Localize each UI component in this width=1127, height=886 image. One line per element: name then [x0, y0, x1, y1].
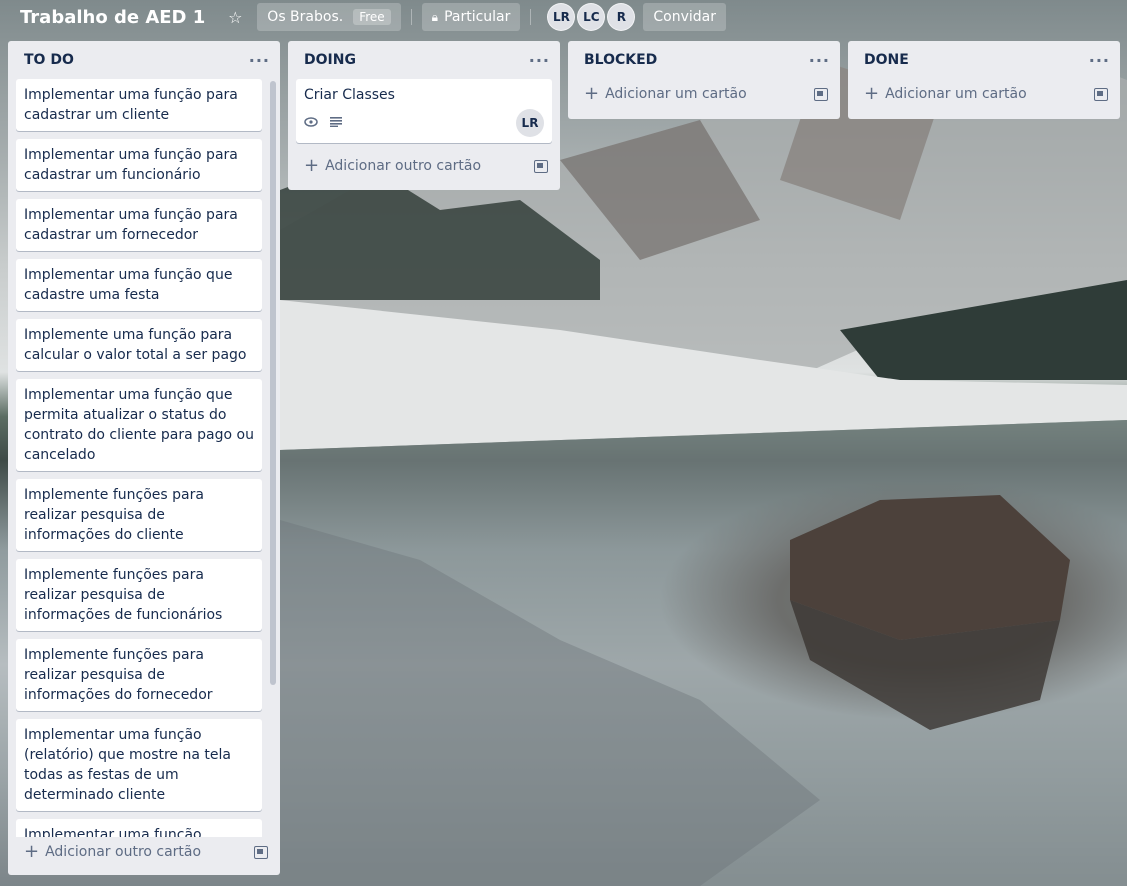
card[interactable]: Implemente uma função para calcular o va…: [16, 319, 262, 371]
list-title[interactable]: TO DO: [24, 52, 74, 68]
card[interactable]: Implemente funções para realizar pesquis…: [16, 479, 262, 551]
list-todo: TO DO ··· Implementar uma função para ca…: [8, 41, 280, 875]
add-card-row: + Adicionar outro cartão: [288, 151, 560, 181]
visibility-button[interactable]: 🔒︎ Particular: [421, 3, 521, 31]
team-button[interactable]: Os Brabos. Free: [257, 3, 401, 31]
description-icon: [330, 113, 342, 133]
card-member-avatar[interactable]: LR: [516, 109, 544, 137]
card-badges: LR: [304, 109, 544, 137]
list-header[interactable]: BLOCKED ···: [568, 41, 840, 79]
add-card-row: + Adicionar outro cartão: [8, 837, 280, 867]
board-members: LR LC R: [547, 3, 636, 31]
add-card-button[interactable]: + Adicionar outro cartão: [24, 843, 201, 861]
plus-icon: +: [304, 155, 320, 176]
add-card-button[interactable]: + Adicionar outro cartão: [304, 157, 481, 175]
invite-button[interactable]: Convidar: [643, 3, 727, 31]
board-header: Trabalho de AED 1 ☆ Os Brabos. Free 🔒︎ P…: [0, 0, 1127, 34]
list-header[interactable]: DOING ···: [288, 41, 560, 79]
card[interactable]: Implementar uma função para cadastrar um…: [16, 199, 262, 251]
add-card-button[interactable]: + Adicionar um cartão: [864, 85, 1027, 103]
add-card-row: + Adicionar um cartão: [568, 79, 840, 109]
list-title[interactable]: BLOCKED: [584, 52, 657, 68]
add-card-label: Adicionar um cartão: [605, 86, 747, 102]
team-label: Os Brabos.: [267, 9, 344, 25]
card-template-icon[interactable]: [814, 87, 828, 101]
card[interactable]: Implementar uma função para cadastrar um…: [16, 139, 262, 191]
member-avatar[interactable]: LC: [577, 3, 606, 31]
plus-icon: +: [864, 83, 880, 104]
card[interactable]: Implementar uma função (relatório) que m…: [16, 819, 262, 837]
list-header[interactable]: DONE ···: [848, 41, 1120, 79]
member-avatar[interactable]: R: [607, 3, 636, 31]
card[interactable]: Implementar uma função (relatório) que m…: [16, 719, 262, 811]
divider: [410, 9, 412, 25]
add-card-label: Adicionar outro cartão: [325, 158, 482, 174]
more-icon[interactable]: ···: [809, 51, 830, 70]
card[interactable]: Implementar uma função que permita atual…: [16, 379, 262, 471]
card[interactable]: Implementar uma função que cadastre uma …: [16, 259, 262, 311]
member-avatar[interactable]: LR: [547, 3, 576, 31]
plus-icon: +: [584, 83, 600, 104]
card-template-icon[interactable]: [534, 159, 548, 173]
plan-badge: Free: [353, 9, 391, 25]
card[interactable]: Implementar uma função para cadastrar um…: [16, 79, 262, 131]
star-icon[interactable]: ☆: [221, 3, 249, 31]
add-card-label: Adicionar outro cartão: [45, 844, 202, 860]
card-title: Criar Classes: [304, 87, 395, 103]
visibility-label: Particular: [444, 9, 511, 25]
add-card-label: Adicionar um cartão: [885, 86, 1027, 102]
list-title[interactable]: DOING: [304, 52, 356, 68]
more-icon[interactable]: ···: [249, 51, 270, 70]
list-blocked: BLOCKED ··· + Adicionar um cartão: [568, 41, 840, 119]
plus-icon: +: [24, 841, 40, 862]
list-title[interactable]: DONE: [864, 52, 909, 68]
card[interactable]: Implemente funções para realizar pesquis…: [16, 559, 262, 631]
more-icon[interactable]: ···: [529, 51, 550, 70]
eye-icon: [304, 113, 318, 133]
card[interactable]: Implemente funções para realizar pesquis…: [16, 639, 262, 711]
card-list: Implementar uma função para cadastrar um…: [8, 79, 280, 837]
add-card-row: + Adicionar um cartão: [848, 79, 1120, 109]
list-header[interactable]: TO DO ···: [8, 41, 280, 79]
list-done: DONE ··· + Adicionar um cartão: [848, 41, 1120, 119]
card-template-icon[interactable]: [1094, 87, 1108, 101]
card[interactable]: Criar Classes LR: [296, 79, 552, 143]
list-doing: DOING ··· Criar Classes LR + Adicionar o…: [288, 41, 560, 190]
divider: [530, 9, 532, 25]
add-card-button[interactable]: + Adicionar um cartão: [584, 85, 747, 103]
scrollbar[interactable]: [270, 81, 276, 685]
card-template-icon[interactable]: [254, 845, 268, 859]
lock-icon: 🔒︎: [431, 9, 439, 24]
board-title[interactable]: Trabalho de AED 1: [12, 7, 213, 28]
more-icon[interactable]: ···: [1089, 51, 1110, 70]
